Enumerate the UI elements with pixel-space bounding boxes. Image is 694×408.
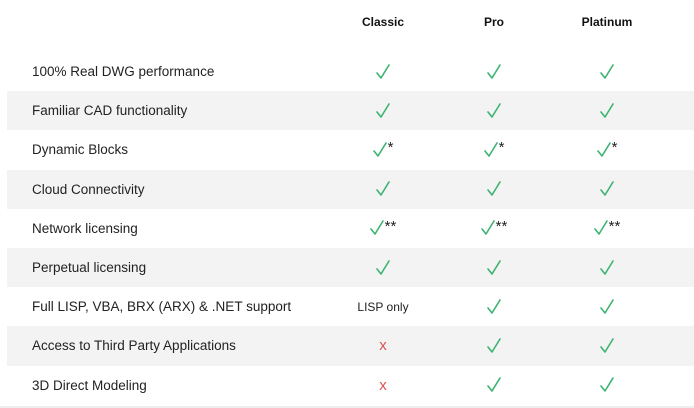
check-icon <box>600 181 614 197</box>
cell-classic <box>343 52 423 91</box>
feature-label: Perpetual licensing <box>32 260 147 276</box>
check-icon <box>600 298 614 315</box>
check-icon <box>593 220 608 236</box>
cell-text-value: LISP only <box>357 299 409 314</box>
table-row: Familiar CAD functionality <box>7 91 694 131</box>
cross-icon: x <box>379 376 387 394</box>
column-header-classic: Classic <box>361 15 405 29</box>
cell-pro <box>454 287 534 326</box>
cell-pro <box>454 248 534 287</box>
feature-label: Familiar CAD functionality <box>32 103 188 119</box>
cell-platinum <box>567 326 647 365</box>
feature-label: 3D Direct Modeling <box>32 377 147 393</box>
feature-label: 100% Real DWG performance <box>32 64 215 80</box>
table-row: Full LISP, VBA, BRX (ARX) & .NET support… <box>0 287 694 327</box>
check-icon <box>483 142 498 158</box>
check-icon <box>600 63 614 80</box>
table-body: 100% Real DWG performance Familiar CAD fu… <box>0 52 694 405</box>
table-header: Classic Pro Platinum <box>0 0 694 52</box>
check-icon <box>600 377 614 393</box>
feature-label: Network licensing <box>32 220 138 236</box>
table-row: Access to Third Party Applications x <box>7 326 694 366</box>
check-icon <box>600 102 614 119</box>
cell-pro: ** <box>454 209 534 248</box>
check-icon <box>487 102 501 119</box>
check-icon <box>376 102 390 119</box>
feature-label: Access to Third Party Applications <box>32 338 236 354</box>
cell-classic: x <box>343 326 423 365</box>
table-row: Dynamic Blocks * * * <box>0 130 694 170</box>
check-icon <box>600 338 614 354</box>
cell-classic <box>343 91 423 130</box>
cell-pro <box>454 170 534 209</box>
cell-platinum <box>567 248 647 287</box>
feature-label: Cloud Connectivity <box>32 181 145 197</box>
cell-classic: ** <box>343 209 423 248</box>
check-icon <box>487 298 501 315</box>
cell-pro <box>454 52 534 91</box>
table-row: 100% Real DWG performance <box>0 52 694 92</box>
comparison-table: Classic Pro Platinum 100% Real DWG perfo… <box>0 0 694 408</box>
cell-platinum <box>567 287 647 326</box>
footnote-marker: * <box>498 139 505 157</box>
cell-pro <box>454 91 534 130</box>
check-icon <box>487 338 501 354</box>
cell-classic <box>343 170 423 209</box>
table-row: Cloud Connectivity <box>7 169 694 209</box>
check-icon <box>487 377 501 393</box>
feature-label: Full LISP, VBA, BRX (ARX) & .NET support <box>32 299 292 315</box>
check-icon <box>487 181 501 197</box>
cell-platinum <box>567 366 647 405</box>
check-icon <box>376 63 390 80</box>
feature-label: Dynamic Blocks <box>32 142 129 158</box>
cell-platinum <box>567 91 647 130</box>
footnote-marker: ** <box>384 217 397 235</box>
table-row: Network licensing ** ** ** <box>0 208 694 248</box>
check-icon <box>480 220 495 236</box>
check-icon <box>600 259 614 276</box>
check-icon <box>487 63 501 80</box>
column-header-platinum: Platinum <box>581 15 633 29</box>
cell-platinum: * <box>567 130 647 169</box>
footnote-marker: ** <box>495 217 508 235</box>
check-icon <box>376 259 390 276</box>
table-row: Perpetual licensing <box>7 247 694 288</box>
check-icon <box>376 181 390 197</box>
cell-platinum: ** <box>567 209 647 248</box>
footnote-marker: * <box>611 139 618 157</box>
cell-pro <box>454 326 534 365</box>
column-header-pro: Pro <box>483 15 504 29</box>
cell-classic <box>343 248 423 287</box>
cell-platinum <box>567 170 647 209</box>
cell-classic: * <box>343 130 423 169</box>
cell-pro: * <box>454 130 534 169</box>
footnote-marker: ** <box>608 217 621 235</box>
check-icon <box>369 220 384 236</box>
cell-pro <box>454 366 534 405</box>
cell-classic: LISP only <box>343 287 423 326</box>
cell-platinum <box>567 52 647 91</box>
cell-classic: x <box>343 366 423 405</box>
footnote-marker: * <box>387 139 394 157</box>
cross-icon: x <box>379 337 387 355</box>
check-icon <box>372 142 387 158</box>
check-icon <box>596 142 611 158</box>
check-icon <box>487 259 501 276</box>
table-row: 3D Direct Modeling x <box>0 365 694 405</box>
